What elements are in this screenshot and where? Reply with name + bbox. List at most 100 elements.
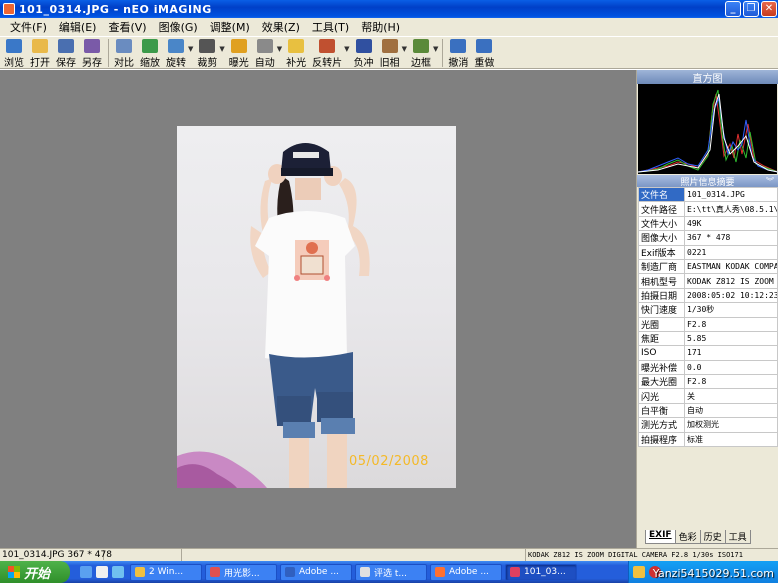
- exif-value: 171: [684, 345, 778, 361]
- table-row[interactable]: 拍摄日期 2008:05:02 10:12:23: [638, 287, 778, 304]
- media-icon[interactable]: [96, 566, 108, 578]
- menu-item[interactable]: 编辑(E): [53, 19, 103, 35]
- toolbar-button[interactable]: 负冲: [354, 37, 374, 69]
- menu-item[interactable]: 调整(M): [204, 19, 256, 35]
- toolbar-button[interactable]: 撤消: [448, 37, 468, 69]
- taskbar-task[interactable]: Adobe ...: [280, 563, 352, 581]
- taskbar-task[interactable]: Adobe ...: [430, 563, 502, 581]
- toolbar-button[interactable]: 重做: [474, 37, 494, 69]
- exif-key: 制造厂商: [638, 258, 685, 275]
- dropdown-arrow-icon[interactable]: ▼: [188, 45, 193, 53]
- toolbar-button[interactable]: 对比: [114, 37, 134, 69]
- exif-value: F2.8: [684, 374, 778, 390]
- taskbar-task[interactable]: 2 Win...: [130, 563, 202, 581]
- menu-item[interactable]: 查看(V): [102, 19, 152, 35]
- table-row[interactable]: 光圈 F2.8: [638, 316, 778, 332]
- toolbar-button[interactable]: 缩放: [140, 37, 160, 69]
- toolbar-label: 重做: [474, 58, 495, 69]
- menu-item[interactable]: 效果(Z): [256, 19, 306, 35]
- task-app-icon: [435, 567, 445, 577]
- table-row[interactable]: 文件大小 49K: [638, 215, 778, 232]
- status-section-3: [182, 549, 526, 561]
- toolbar-button[interactable]: 裁剪: [197, 37, 217, 69]
- exif-value: 自动: [684, 402, 778, 419]
- taskbar-task[interactable]: 评选 t...: [355, 563, 427, 581]
- exif-key: 快门速度: [638, 302, 685, 318]
- task-app-icon: [285, 567, 295, 577]
- old-photo-icon: [381, 39, 398, 53]
- toolbar-button[interactable]: 反转片: [312, 37, 342, 69]
- table-row[interactable]: 文件路径 E:\tt\真人秀\08.5.1\: [638, 201, 778, 217]
- info-header: 照片信息摘要 ︾: [637, 175, 778, 188]
- table-row[interactable]: 焦距 5.85: [638, 330, 778, 347]
- title-bar: 101_0314.JPG - nEO iMAGING _ ❐ ✕: [0, 0, 778, 18]
- browse-icon: [6, 39, 22, 53]
- table-row[interactable]: 曝光补偿 0.0: [638, 359, 778, 376]
- table-row[interactable]: 相机型号 KODAK Z812 IS ZOOM D: [638, 273, 778, 289]
- panel-tab[interactable]: EXIF: [645, 530, 676, 544]
- redo-icon: [476, 39, 493, 53]
- table-row[interactable]: Exif版本 0221: [638, 244, 778, 260]
- menu-item[interactable]: 工具(T): [306, 19, 355, 35]
- tray-icon[interactable]: [633, 566, 645, 578]
- ie-icon[interactable]: [80, 566, 92, 578]
- dropdown-arrow-icon[interactable]: ▼: [433, 45, 438, 53]
- open-folder-icon: [32, 39, 48, 53]
- image-workspace[interactable]: 05/02/2008: [0, 70, 636, 548]
- panel-tabs: EXIF 色彩 历史 工具: [645, 530, 751, 544]
- close-button[interactable]: ✕: [761, 1, 777, 17]
- taskbar-task[interactable]: 101_03...: [505, 563, 577, 581]
- start-button[interactable]: 开始: [0, 561, 70, 583]
- table-row[interactable]: 测光方式 加权测光: [638, 417, 778, 433]
- toolbar-button[interactable]: 补光: [286, 37, 306, 69]
- compare-icon: [116, 39, 132, 53]
- toolbar-button[interactable]: 浏览: [4, 37, 24, 69]
- table-row[interactable]: 拍摄程序 标准: [638, 431, 778, 448]
- menu-item[interactable]: 帮助(H): [355, 19, 406, 35]
- panel-tab[interactable]: 色彩: [674, 530, 701, 544]
- toolbar-button[interactable]: 边框: [411, 37, 431, 69]
- slide-film-icon: [319, 39, 336, 53]
- taskbar-task[interactable]: 用光影...: [205, 563, 277, 581]
- exif-key: 拍摄程序: [638, 431, 685, 448]
- menu-item[interactable]: 文件(F): [4, 19, 53, 35]
- save-icon: [58, 39, 74, 53]
- dropdown-arrow-icon[interactable]: ▼: [402, 45, 407, 53]
- panel-tab[interactable]: 工具: [724, 530, 751, 544]
- table-row[interactable]: 文件名 101_0314.JPG: [638, 186, 778, 203]
- zoom-icon: [142, 39, 158, 53]
- table-row[interactable]: 最大光圈 F2.8: [638, 374, 778, 390]
- table-row[interactable]: 白平衡 自动: [638, 402, 778, 419]
- toolbar-button[interactable]: 打开: [30, 37, 50, 69]
- toolbar-button[interactable]: 另存: [82, 37, 102, 69]
- table-row[interactable]: 闪光关: [638, 388, 778, 404]
- desktop-icon[interactable]: [112, 566, 124, 578]
- toolbar-button[interactable]: 自动: [255, 37, 275, 69]
- toolbar-button[interactable]: 曝光: [229, 37, 249, 69]
- menu-bar: 文件(F) 编辑(E) 查看(V) 图像(G) 调整(M) 效果(Z) 工具(T) 帮助(H): [0, 18, 778, 36]
- table-row[interactable]: 制造厂商 EASTMAN KODAK COMPAN: [638, 258, 778, 275]
- toolbar-button[interactable]: 旧相: [380, 37, 400, 69]
- exif-value: 1/30秒: [684, 302, 778, 318]
- exif-key: 测光方式: [638, 417, 685, 433]
- maximize-button[interactable]: ❐: [743, 1, 759, 17]
- toolbar-separator: [442, 39, 444, 67]
- panel-tab[interactable]: 历史: [699, 530, 726, 544]
- toolbar-button[interactable]: 旋转: [166, 37, 186, 69]
- exif-value: 标准: [684, 431, 778, 448]
- dropdown-arrow-icon[interactable]: ▼: [344, 45, 349, 53]
- photo-canvas[interactable]: 05/02/2008: [177, 126, 456, 488]
- toolbar-label: 保存: [56, 58, 76, 69]
- table-row[interactable]: ISO 171: [638, 345, 778, 361]
- exif-value: 2008:05:02 10:12:23: [684, 287, 778, 304]
- collapse-chevron-icon[interactable]: ︾: [766, 176, 774, 187]
- minimize-button[interactable]: _: [725, 1, 741, 17]
- table-row[interactable]: 图像大小 367 * 478: [638, 230, 778, 246]
- toolbar-button[interactable]: 保存: [56, 37, 76, 69]
- undo-icon: [450, 39, 467, 53]
- menu-item[interactable]: 图像(G): [153, 19, 204, 35]
- auto-icon: [256, 39, 273, 53]
- table-row[interactable]: 快门速度 1/30秒: [638, 302, 778, 318]
- dropdown-arrow-icon[interactable]: ▼: [219, 45, 224, 53]
- dropdown-arrow-icon[interactable]: ▼: [277, 45, 282, 53]
